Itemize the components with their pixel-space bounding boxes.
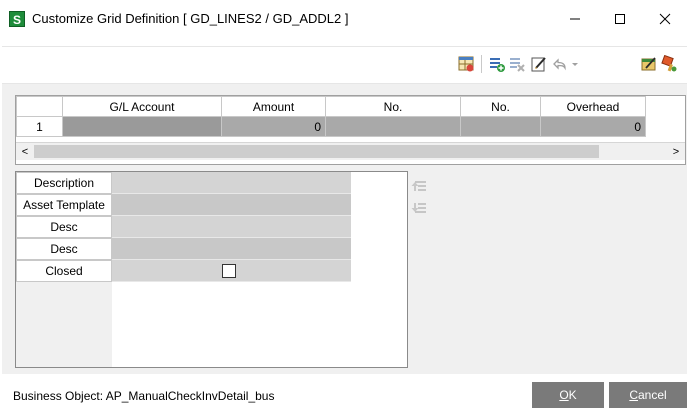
- property-label: Description: [16, 172, 112, 194]
- property-row-asset-template[interactable]: Asset Template: [16, 194, 351, 216]
- cell-no[interactable]: [325, 116, 461, 137]
- move-up-icon[interactable]: [410, 177, 428, 195]
- delete-column-icon[interactable]: [508, 55, 526, 73]
- grid-layout-icon[interactable]: [457, 55, 475, 73]
- scroll-left-arrow[interactable]: <: [17, 144, 33, 160]
- title-bar: S Customize Grid Definition [ GD_LINES2 …: [0, 0, 689, 40]
- cancel-button[interactable]: Cancel: [609, 382, 687, 408]
- column-header-gl-account[interactable]: G/L Account: [62, 96, 222, 117]
- cancel-label-rest: ancel: [637, 388, 667, 402]
- grid-corner-header: [16, 96, 63, 117]
- column-header-no[interactable]: No.: [325, 96, 461, 117]
- line-grid: G/L Account Amount No. No. Overhead 1 0 …: [15, 95, 686, 165]
- sage-app-icon: S: [9, 11, 25, 27]
- dropdown-arrow-icon[interactable]: [570, 55, 580, 73]
- close-icon: [659, 13, 671, 25]
- grid-header-row: G/L Account Amount No. No. Overhead: [16, 96, 646, 117]
- column-header-no-2[interactable]: No.: [460, 96, 541, 117]
- maximize-icon: [615, 14, 625, 24]
- cell-gl-account[interactable]: [62, 116, 222, 137]
- property-value-desc-2[interactable]: [112, 238, 351, 260]
- cell-no-2[interactable]: [460, 116, 541, 137]
- table-row[interactable]: 1 0 0: [16, 116, 646, 137]
- business-object-label: Business Object: AP_ManualCheckInvDetail…: [13, 389, 275, 403]
- cell-amount[interactable]: 0: [221, 116, 326, 137]
- customize-icon[interactable]: [640, 55, 658, 73]
- scroll-right-arrow[interactable]: >: [668, 144, 684, 160]
- edit-icon[interactable]: [530, 55, 548, 73]
- property-label: Desc: [16, 216, 112, 238]
- minimize-button[interactable]: [553, 4, 597, 34]
- property-row-closed[interactable]: Closed: [16, 260, 351, 282]
- property-value-description[interactable]: [112, 172, 351, 194]
- horizontal-scrollbar[interactable]: < >: [16, 142, 685, 160]
- toolbar: [2, 46, 687, 84]
- maximize-button[interactable]: [598, 4, 642, 34]
- closed-checkbox[interactable]: [222, 264, 236, 278]
- close-button[interactable]: [643, 4, 687, 34]
- toolbar-separator: [481, 55, 482, 73]
- property-value-asset-template[interactable]: [112, 194, 351, 216]
- paint-icon[interactable]: [660, 55, 678, 73]
- minimize-icon: [570, 18, 580, 20]
- move-down-icon[interactable]: [410, 199, 428, 217]
- scrollbar-thumb[interactable]: [34, 145, 599, 158]
- property-row-description[interactable]: Description: [16, 172, 351, 194]
- property-label: Desc: [16, 238, 112, 260]
- cell-overhead[interactable]: 0: [540, 116, 646, 137]
- property-row-desc[interactable]: Desc: [16, 216, 351, 238]
- ok-label-rest: K: [568, 388, 577, 402]
- cancel-accelerator: C: [629, 388, 638, 402]
- column-properties-panel: Description Asset Template Desc Desc Clo…: [15, 171, 408, 368]
- column-header-overhead[interactable]: Overhead: [540, 96, 646, 117]
- add-column-icon[interactable]: [488, 55, 506, 73]
- window-title: Customize Grid Definition [ GD_LINES2 / …: [32, 11, 349, 26]
- property-label: Asset Template: [16, 194, 112, 216]
- undo-icon[interactable]: [550, 55, 568, 73]
- property-value-closed: [112, 260, 351, 282]
- property-value-desc[interactable]: [112, 216, 351, 238]
- property-row-desc-2[interactable]: Desc: [16, 238, 351, 260]
- ok-accelerator: O: [559, 388, 569, 402]
- property-label: Closed: [16, 260, 112, 282]
- ok-button[interactable]: OK: [532, 382, 604, 408]
- column-header-amount[interactable]: Amount: [221, 96, 326, 117]
- row-number: 1: [16, 116, 63, 137]
